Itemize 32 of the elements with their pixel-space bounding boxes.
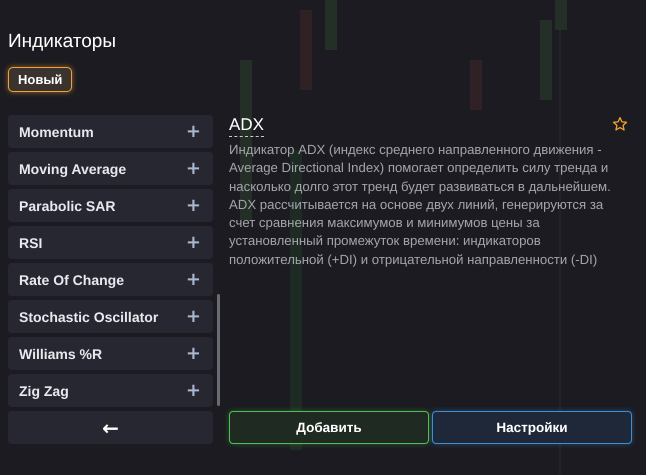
add-icon[interactable]: +: [186, 270, 201, 288]
indicator-title: ADX: [229, 115, 264, 137]
add-icon[interactable]: +: [186, 344, 201, 362]
add-icon[interactable]: +: [186, 308, 201, 326]
settings-button[interactable]: Настройки: [432, 411, 632, 444]
add-icon[interactable]: +: [186, 122, 201, 140]
add-icon[interactable]: +: [186, 160, 201, 178]
add-icon[interactable]: +: [186, 382, 201, 400]
indicator-item[interactable]: Momentum +: [8, 115, 213, 148]
indicator-label: Moving Average: [19, 160, 126, 176]
indicator-item[interactable]: Williams %R +: [8, 337, 213, 370]
indicator-item[interactable]: RSI +: [8, 226, 213, 259]
new-button[interactable]: Новый: [8, 67, 72, 92]
add-button[interactable]: Добавить: [229, 411, 429, 444]
indicator-item[interactable]: Stochastic Oscillator +: [8, 300, 213, 333]
indicator-label: Zig Zag: [19, 382, 69, 398]
add-icon[interactable]: +: [186, 196, 201, 214]
back-button[interactable]: ←: [8, 411, 213, 444]
star-icon[interactable]: [612, 116, 628, 132]
indicator-item[interactable]: Moving Average +: [8, 152, 213, 185]
indicator-label: Parabolic SAR: [19, 198, 116, 214]
panel-title: Индикаторы: [8, 30, 118, 54]
indicator-item[interactable]: Rate Of Change +: [8, 263, 213, 296]
indicator-label: Stochastic Oscillator: [19, 308, 158, 324]
indicator-label: RSI: [19, 234, 42, 250]
add-icon[interactable]: +: [186, 234, 201, 252]
indicator-description: Индикатор ADX (индекс среднего направленного движения - Average Directional Index) помогает определить силу тренда и насколько долго этот тренд будет развиваться в дальнейшем. ADX рассчитывается на основе двух линий, генерируются за счет сравнения максимумов и минимумов цены за установленный промежуток времени: индикаторов положительной (+DI) и отрицательной направленности (-DI): [229, 141, 612, 269]
indicator-label: Rate Of Change: [19, 272, 124, 288]
indicator-label: Williams %R: [19, 346, 102, 362]
indicator-label: Momentum: [19, 124, 94, 140]
indicator-item[interactable]: Zig Zag +: [8, 374, 213, 407]
indicator-item[interactable]: Parabolic SAR +: [8, 189, 213, 222]
